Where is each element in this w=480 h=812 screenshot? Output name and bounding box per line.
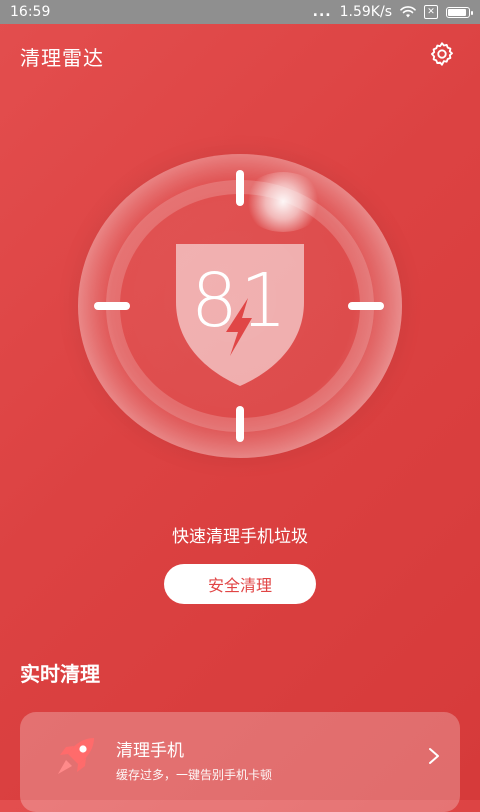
safe-clean-button[interactable]: 安全清理 [164,564,316,604]
sim-disabled-icon: ✕ [424,5,438,19]
battery-icon [446,6,473,18]
chevron-right-icon [429,748,439,764]
status-speed: 1.59K/s [339,4,392,20]
health-score: 81 [190,258,290,344]
status-right-group: ... 1.59K/s ✕ [312,4,473,20]
clean-phone-card[interactable]: 清理手机 缓存过多，一键告别手机卡顿 [20,712,460,812]
section-title-realtime: 实时清理 [20,662,100,686]
page-title: 清理雷达 [20,46,104,70]
clean-phone-description: 缓存过多，一键告别手机卡顿 [116,768,273,782]
gear-icon[interactable] [428,40,456,68]
wifi-icon [400,6,416,18]
status-dots: ... [312,4,332,20]
radar-highlight [243,172,323,232]
radar-tick-bottom [236,406,244,442]
radar-tick-top [236,170,244,206]
status-time: 16:59 [10,4,51,20]
clean-phone-title: 清理手机 [116,741,184,761]
rocket-icon [58,738,94,774]
quick-clean-subtitle: 快速清理手机垃圾 [172,527,308,547]
status-bar: 16:59 ... 1.59K/s ✕ [0,0,480,24]
radar-score-widget[interactable]: 81 [78,154,402,458]
